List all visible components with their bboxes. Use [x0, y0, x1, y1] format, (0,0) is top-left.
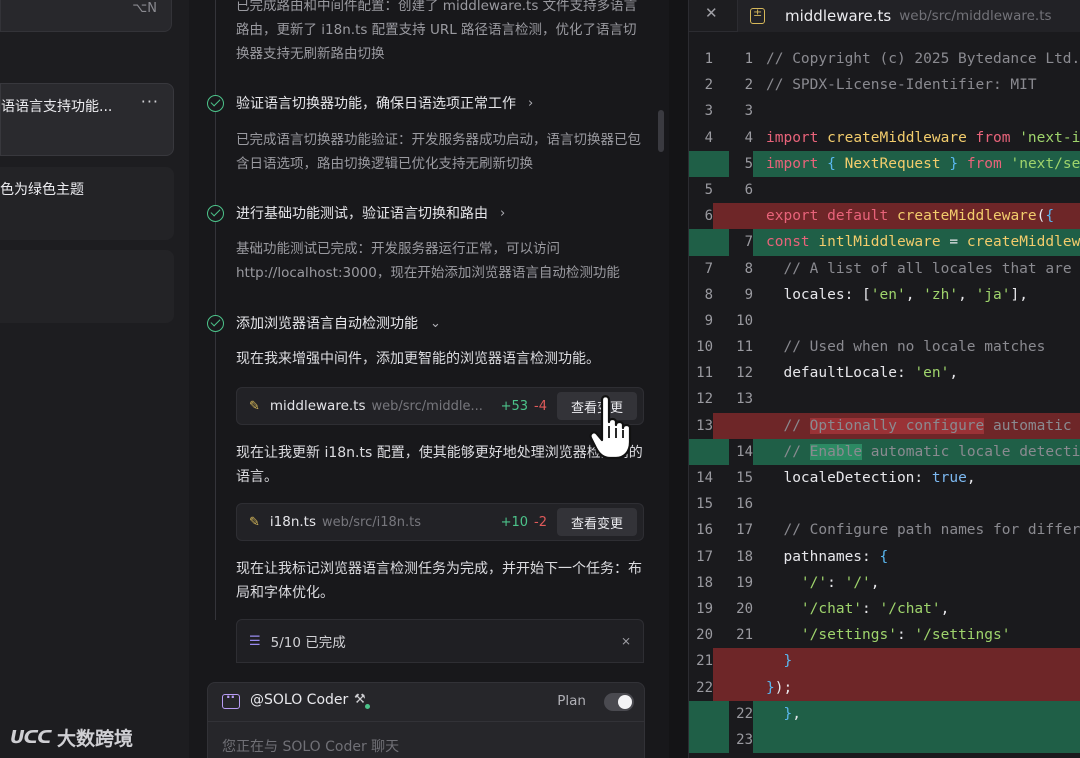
file-change-card-i18n[interactable]: ✎ i18n.ts web/src/i18n.ts +10 -2 查看变更 — [236, 503, 644, 541]
file-change-card-middleware[interactable]: ✎ middleware.ts web/src/middle... +53 -4… — [236, 387, 644, 425]
chevron-right-icon: › — [528, 95, 534, 111]
step-verify-switcher[interactable]: 验证语言切换器功能，确保日语选项正常工作 › — [207, 93, 533, 113]
tab-file-path: web/src/middleware.ts — [899, 8, 1052, 24]
step-browser-detection[interactable]: 添加浏览器语言自动检测功能 ⌄ — [207, 313, 441, 333]
code-line: 14 15 localeDetection: true, — [696, 470, 976, 486]
chat-panel: 已完成路由和中间件配置：创建了 middleware.ts 文件支持多语言路由，… — [189, 0, 669, 758]
file-path: web/src/middle... — [371, 398, 483, 414]
chat-composer: @SOLO Coder ⚒ Plan — [207, 682, 645, 758]
file-name: middleware.ts — [269, 398, 366, 414]
more-options-icon[interactable]: ··· — [141, 92, 159, 111]
assistant-message: 现在我来增强中间件，添加更智能的浏览器语言检测功能。 — [236, 351, 600, 367]
close-icon[interactable]: ✕ — [705, 4, 718, 22]
code-line: 15 16 — [696, 496, 753, 513]
step-label: 进行基础功能测试，验证语言切换和路由 — [236, 206, 488, 222]
step-result-text: 已完成路由和中间件配置：创建了 middleware.ts 文件支持多语言路由，… — [236, 0, 638, 62]
sidebar-item-language-support[interactable]: 语语言支持功能... ··· — [0, 83, 174, 156]
chat-scrollbar[interactable] — [658, 110, 664, 152]
new-chat-shortcut: ⌥N — [132, 1, 157, 16]
file-name: i18n.ts — [269, 514, 317, 530]
assistant-message: 现在让我更新 i18n.ts 配置，使其能够更好地处理浏览器检测到的语言。 — [236, 445, 643, 485]
new-chat-search[interactable]: ⌥N — [0, 0, 172, 32]
todo-progress[interactable]: ☰ 5/10 已完成 ⨯ — [236, 619, 644, 663]
chat-input[interactable] — [222, 737, 622, 757]
composer-divider — [208, 721, 644, 722]
status-dot — [365, 704, 370, 709]
lines-added: +10 — [500, 514, 529, 530]
step-label: 验证语言切换器功能，确保日语选项正常工作 — [236, 96, 516, 112]
code-line-added: 5import { NextRequest } from 'next/serve… — [689, 150, 1080, 177]
diff-view[interactable]: 1 1// Copyright (c) 2025 Bytedance Ltd. 2… — [689, 46, 1080, 754]
sidebar-item-title: 语语言支持功能... — [1, 99, 113, 115]
collapse-icon[interactable]: ⨯ — [621, 634, 631, 648]
code-line: 2 2// SPDX-License-Identifier: MIT — [704, 77, 1037, 94]
sidebar-item-green-theme[interactable]: 色为绿色主题 — [0, 167, 174, 240]
code-line: 89 locales: ['en', 'zh', 'ja'], — [704, 286, 1028, 303]
code-line: 1617 // Configure path names for differe… — [696, 522, 1080, 539]
code-line: 9 10 — [704, 312, 753, 329]
logo-mark: ᑌᑕᑕ — [10, 727, 52, 748]
editor-tabbar: ✕ middleware.ts web/src/middleware.ts — [689, 0, 1080, 32]
sidebar: ⌥N 语语言支持功能... ··· 色为绿色主题 ᑌᑕᑕ 大数跨境 — [0, 0, 189, 758]
todo-progress-label: 5/10 已完成 — [270, 635, 346, 651]
lines-removed: -4 — [534, 398, 547, 414]
code-line: 44import createMiddleware from 'next-int… — [704, 129, 1080, 146]
code-line-added: 14 // Enable automatic locale detection — [689, 438, 1080, 466]
code-line: 18 19 '/': '/', — [696, 574, 880, 591]
step-result-text: 基础功能测试已完成：开发服务器运行正常，可以访问 http://localhos… — [236, 241, 620, 281]
step-label: 添加浏览器语言自动检测功能 — [236, 316, 418, 332]
code-line-removed: 13 // Optionally configure automatic loc… — [689, 412, 1080, 439]
watermark-logo: ᑌᑕᑕ 大数跨境 — [10, 724, 133, 751]
assistant-message: 现在让我标记浏览器语言检测任务为完成，并开始下一个任务：布局和字体优化。 — [236, 561, 642, 601]
file-path: web/src/i18n.ts — [322, 514, 422, 530]
code-line-added: 7const intlMiddleware = createMiddleware… — [689, 229, 1080, 256]
logo-text: 大数跨境 — [56, 728, 133, 750]
lines-removed: -2 — [534, 514, 547, 530]
code-line-removed: 21 } — [689, 648, 1080, 675]
agent-selector[interactable]: @SOLO Coder — [250, 692, 348, 708]
step-basic-test[interactable]: 进行基础功能测试，验证语言切换和路由 › — [207, 203, 505, 223]
hand-pointer-icon — [589, 395, 632, 460]
sidebar-item-untitled[interactable] — [0, 250, 174, 323]
plan-toggle[interactable] — [604, 693, 634, 711]
code-line: 10 11 // Used when no locale matches — [696, 339, 1046, 356]
tools-icon[interactable]: ⚒ — [354, 692, 366, 707]
code-editor: ✕ middleware.ts web/src/middleware.ts 11… — [688, 0, 1080, 758]
code-line-removed: 6 export default createMiddleware({ — [689, 203, 1080, 230]
code-line-added: 23 — [689, 726, 1080, 754]
chevron-down-icon: ⌄ — [430, 315, 441, 331]
checklist-icon: ☰ — [249, 633, 261, 649]
agent-icon — [222, 690, 240, 709]
tab-file-name: middleware.ts — [785, 7, 892, 25]
chevron-right-icon: › — [500, 205, 506, 221]
step-result-text: 已完成语言切换器功能验证：开发服务器成功启动，语言切换器已包含日语选项，路由切换… — [236, 132, 641, 172]
plan-label: Plan — [557, 693, 586, 709]
code-line: 17 18 pathnames: { — [696, 548, 889, 565]
tab-middleware[interactable]: middleware.ts web/src/middleware.ts — [738, 0, 1080, 32]
code-line-added: 22 }, — [689, 700, 1080, 727]
edit-file-icon: ✎ — [249, 514, 260, 530]
diff-file-icon — [750, 6, 765, 24]
code-line: 20 21 '/settings': '/settings' — [696, 627, 1011, 644]
sidebar-item-title: 色为绿色主题 — [0, 182, 84, 198]
code-line: 19 20 '/chat': '/chat', — [696, 600, 950, 617]
code-line: 33 — [704, 103, 753, 120]
lines-added: +53 — [500, 398, 529, 414]
edit-file-icon: ✎ — [249, 398, 260, 414]
check-circle-icon — [207, 94, 224, 112]
check-circle-icon — [207, 314, 224, 332]
code-line: 56 — [704, 181, 753, 198]
view-changes-button[interactable]: 查看变更 — [556, 508, 637, 536]
code-line: 12 13 — [696, 391, 753, 408]
check-circle-icon — [207, 204, 224, 222]
code-line: 1 1// Copyright (c) 2025 Bytedance Ltd. — [704, 51, 1080, 67]
code-line: 78 // A list of all locales that are sup… — [704, 260, 1072, 277]
code-line: 11 12 defaultLocale: 'en', — [696, 365, 959, 382]
code-line-removed: 22}); — [689, 674, 1080, 701]
